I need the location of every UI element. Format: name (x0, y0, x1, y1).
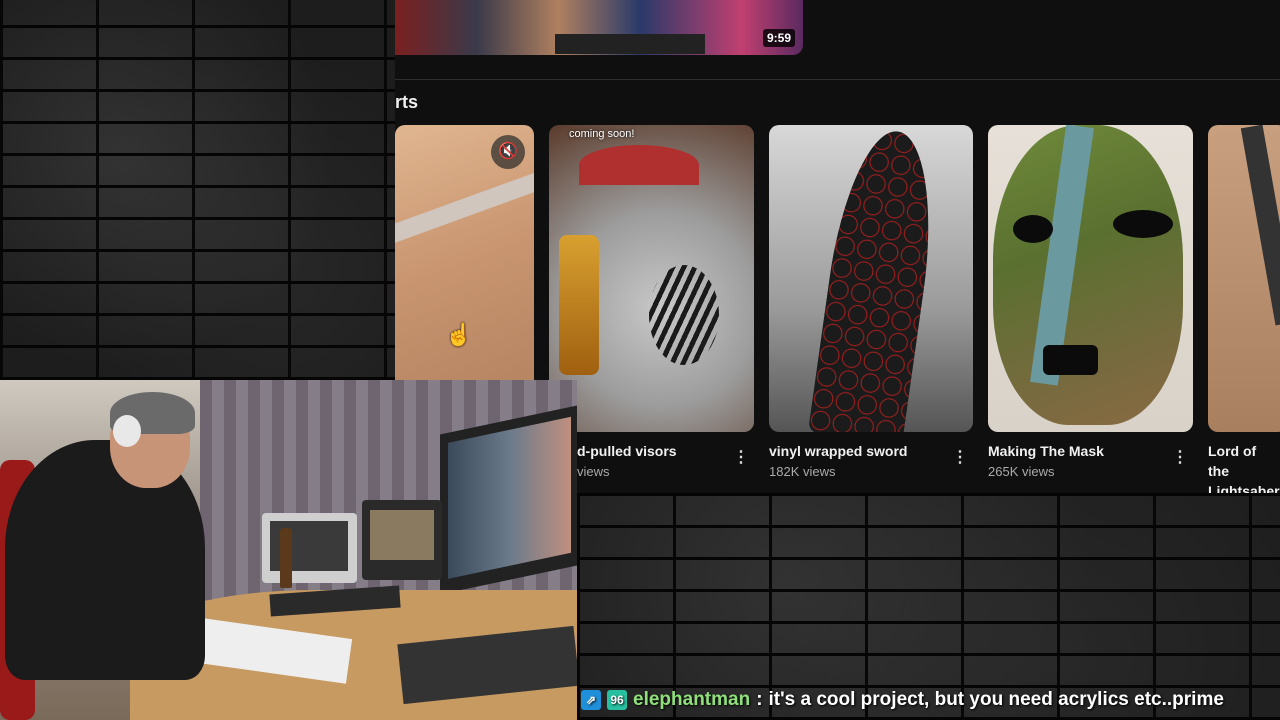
short-thumbnail-4[interactable] (988, 125, 1193, 432)
shorts-heading: rts (395, 92, 419, 112)
ruler-image (395, 164, 534, 244)
more-options-icon[interactable]: ⋮ (952, 447, 968, 467)
chat-badge-icon: 96 (607, 690, 627, 710)
section-divider (395, 79, 1280, 80)
short-views-4: 265K views (988, 464, 1055, 479)
mute-icon[interactable]: 🔇 (491, 135, 525, 169)
more-options-icon[interactable]: ⋮ (733, 447, 749, 467)
headphone-icon (113, 415, 141, 447)
short-title-4[interactable]: Making The Mask (988, 441, 1104, 461)
thumbnail-detail (555, 34, 705, 54)
mask-eye-left (1013, 215, 1053, 243)
short-title-5-line2: Lightsaber (1208, 483, 1280, 493)
helmet-visor (559, 235, 599, 375)
short-views-3: 182K views (769, 464, 836, 479)
coming-soon-label: coming soon! (569, 128, 635, 140)
mask-eye-right (1113, 210, 1173, 238)
lightsaber-hilt (1240, 125, 1280, 326)
helmet-stripe (579, 145, 699, 185)
short-title-5[interactable]: Lord of the Lightsaber (1208, 441, 1280, 493)
short-thumbnail-3[interactable] (769, 125, 973, 432)
video-thumbnail[interactable]: 9:59 (395, 0, 803, 55)
brick-wall-background-top (0, 0, 395, 380)
short-thumbnail-5[interactable] (1208, 125, 1280, 432)
crt-screen (370, 510, 434, 560)
monitor (440, 405, 577, 595)
chat-badge-icon: ⇗ (581, 690, 601, 710)
chat-separator: : (756, 689, 763, 710)
short-title-2[interactable]: d-pulled visors (577, 441, 677, 461)
chat-message: ⇗ 96 elephantman : it's a cool project, … (581, 686, 1224, 714)
monitor-screen (448, 416, 571, 579)
chat-username: elephantman (633, 689, 751, 710)
short-views-2: views (577, 464, 610, 479)
video-duration-badge: 9:59 (762, 29, 795, 47)
short-title-5-line1: Lord of the (1208, 443, 1257, 479)
short-thumbnail-2[interactable]: coming soon! (549, 125, 754, 432)
more-options-icon[interactable]: ⋮ (1172, 447, 1188, 467)
hand-cursor-icon: ☝ (445, 322, 473, 347)
sword-blade (807, 125, 946, 432)
chat-text: it's a cool project, but you need acryli… (768, 689, 1224, 710)
crt-monitor (262, 513, 357, 583)
crt-monitor (362, 500, 442, 580)
webcam-feed (0, 380, 577, 720)
mask-mouth (1043, 345, 1098, 375)
helmet-grill (649, 265, 719, 365)
bottle (280, 528, 292, 588)
short-title-3[interactable]: vinyl wrapped sword (769, 441, 907, 461)
